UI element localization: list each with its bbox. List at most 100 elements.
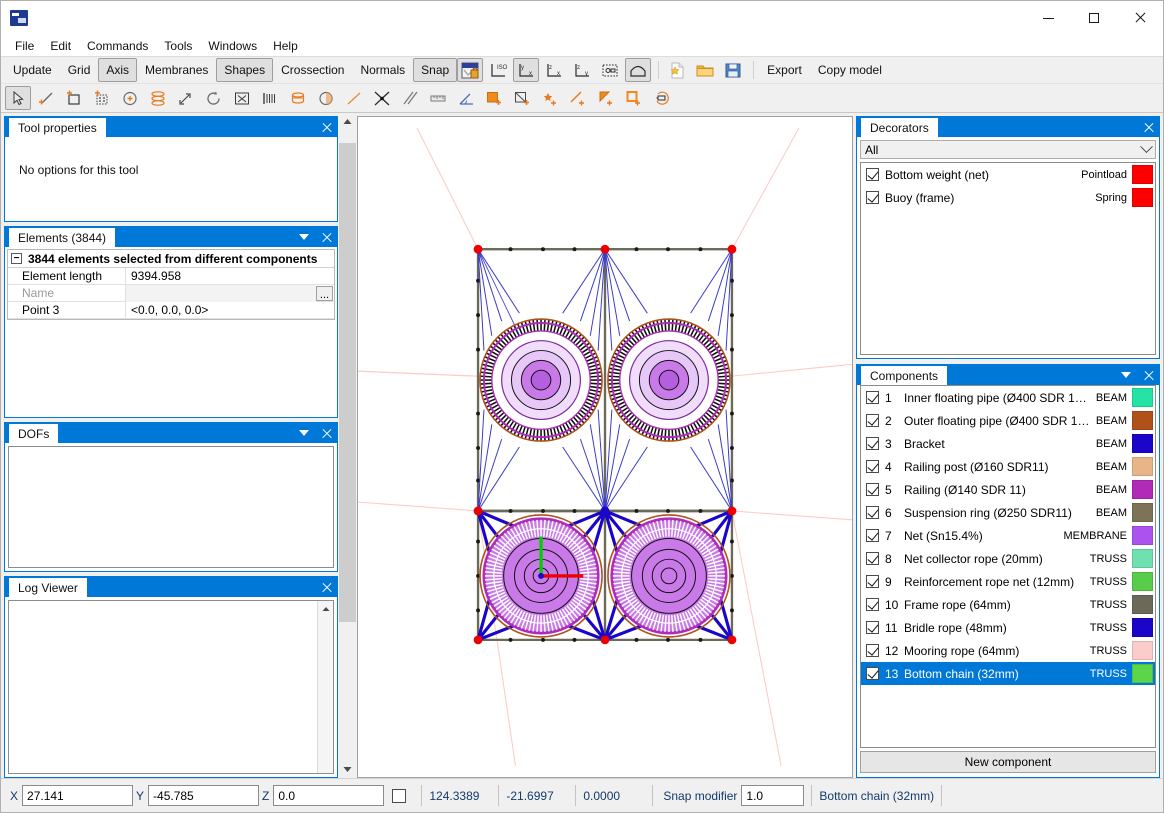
decorator-color-swatch[interactable] [1132,165,1153,184]
elements-group-header[interactable]: − 3844 elements selected from different … [8,250,334,268]
log-scroll-up-icon[interactable] [318,601,333,616]
zoom-extents-icon[interactable] [597,58,623,82]
y-input[interactable]: -45.785 [148,785,260,806]
intersect-icon[interactable] [369,86,395,110]
table-row[interactable]: Element length 9394.958 [8,267,334,285]
component-checkbox[interactable] [866,529,879,542]
menu-commands[interactable]: Commands [79,37,156,55]
property-value[interactable]: 9394.958 [126,268,334,285]
coordinate-lock-checkbox[interactable] [392,788,407,803]
z-input[interactable]: 0.0 [273,785,385,806]
model-3d-view[interactable] [357,116,853,778]
menu-file[interactable]: File [7,37,42,55]
save-disk-icon[interactable] [720,58,746,82]
decorator-checkbox[interactable] [866,168,879,181]
component-checkbox[interactable] [866,575,879,588]
add-square-icon[interactable] [621,86,647,110]
copy-model-button[interactable]: Copy model [810,58,890,82]
snap-modifier-input[interactable]: 1.0 [741,785,805,806]
property-value[interactable]: <0.0, 0.0, 0.0> [126,302,334,319]
dofs-list[interactable] [8,446,334,568]
log-viewer-close-icon[interactable] [315,577,337,597]
component-checkbox[interactable] [866,552,879,565]
dofs-close-icon[interactable] [315,423,337,443]
point-circle-icon[interactable] [117,86,143,110]
tool-properties-close-icon[interactable] [315,117,337,137]
list-item[interactable]: 9 Reinforcement rope net (12mm) TRUSS [861,570,1155,593]
mirror-icon[interactable] [229,86,255,110]
rotate-icon[interactable] [201,86,227,110]
elements-close-icon[interactable] [315,227,337,247]
decorators-close-icon[interactable] [1137,117,1159,137]
list-item[interactable]: 5 Railing (Ø140 SDR 11) BEAM [861,478,1155,501]
extrude-icon[interactable] [285,86,311,110]
component-color-swatch[interactable] [1132,457,1153,476]
list-item[interactable]: 7 Net (Sn15.4%) MEMBRANE [861,524,1155,547]
log-viewer-tab[interactable]: Log Viewer [9,578,87,597]
component-color-swatch[interactable] [1132,618,1153,637]
menu-help[interactable]: Help [265,37,306,55]
membranes-toggle[interactable]: Membranes [137,58,216,82]
angle-icon[interactable] [453,86,479,110]
axis-iso-icon[interactable]: ISO [485,58,511,82]
new-component-button[interactable]: New component [860,751,1156,773]
component-checkbox[interactable] [866,667,879,680]
maximize-button[interactable] [1071,2,1117,35]
scroll-up-icon[interactable] [338,113,356,130]
left-column-scrollbar[interactable] [338,113,356,778]
normals-toggle[interactable]: Normals [352,58,413,82]
minimize-button[interactable] [1025,2,1071,35]
x-input[interactable]: 27.141 [22,785,134,806]
dofs-menu-icon[interactable] [293,423,315,443]
dofs-tab[interactable]: DOFs [9,424,59,443]
cylinder-stack-icon[interactable] [145,86,171,110]
component-color-swatch[interactable] [1132,526,1153,545]
list-item[interactable]: 11 Bridle rope (48mm) TRUSS [861,616,1155,639]
export-button[interactable]: Export [759,58,810,82]
list-item[interactable]: 13 Bottom chain (32mm) TRUSS [861,662,1155,685]
component-color-swatch[interactable] [1132,641,1153,660]
fill-surface-icon[interactable] [481,86,507,110]
elements-tab[interactable]: Elements (3844) [9,228,116,247]
list-item[interactable]: 1 Inner floating pipe (Ø400 SDR 16.7) BEAM [861,386,1155,409]
menu-windows[interactable]: Windows [200,37,265,55]
scroll-down-icon[interactable] [338,761,356,778]
component-color-swatch[interactable] [1132,503,1153,522]
snap-toggle[interactable]: Snap [413,58,458,82]
list-item[interactable]: Buoy (frame) Spring [861,186,1155,209]
components-menu-icon[interactable] [1115,365,1137,385]
component-color-swatch[interactable] [1132,664,1153,683]
component-color-swatch[interactable] [1132,549,1153,568]
revolve-icon[interactable] [313,86,339,110]
component-checkbox[interactable] [866,644,879,657]
tool-properties-tab[interactable]: Tool properties [9,118,106,137]
shapes-toggle[interactable]: Shapes [216,58,274,82]
list-item[interactable]: 8 Net collector rope (20mm) TRUSS [861,547,1155,570]
log-text-area[interactable] [9,601,317,773]
component-color-swatch[interactable] [1132,572,1153,591]
name-ellipsis-button[interactable]: ... [316,285,333,301]
measure-icon[interactable] [425,86,451,110]
axis-zx-icon[interactable]: z x [541,58,567,82]
lock-view-icon[interactable] [457,58,484,82]
list-item[interactable]: 2 Outer floating pipe (Ø400 SDR 16.7) BEAM [861,409,1155,432]
list-item[interactable]: Bottom weight (net) Pointload [861,163,1155,186]
menu-edit[interactable]: Edit [42,37,79,55]
components-list[interactable]: 1 Inner floating pipe (Ø400 SDR 16.7) BEAM… [860,385,1156,748]
scale-icon[interactable] [173,86,199,110]
component-checkbox[interactable] [866,598,879,611]
decorators-list[interactable]: Bottom weight (net) Pointload Buoy (fram… [860,162,1156,355]
component-color-swatch[interactable] [1132,411,1153,430]
axis-yx-icon[interactable]: y x [513,58,540,82]
crossection-toggle[interactable]: Crossection [273,58,352,82]
mesh-area-icon[interactable] [89,86,115,110]
component-color-swatch[interactable] [1132,388,1153,407]
component-checkbox[interactable] [866,391,879,404]
perspective-icon[interactable] [625,58,652,82]
draw-rectangle-icon[interactable] [61,86,87,110]
component-checkbox[interactable] [866,483,879,496]
add-line-icon[interactable] [565,86,591,110]
component-color-swatch[interactable] [1132,434,1153,453]
open-folder-icon[interactable] [692,58,718,82]
scrollbar-thumb[interactable] [338,142,356,623]
